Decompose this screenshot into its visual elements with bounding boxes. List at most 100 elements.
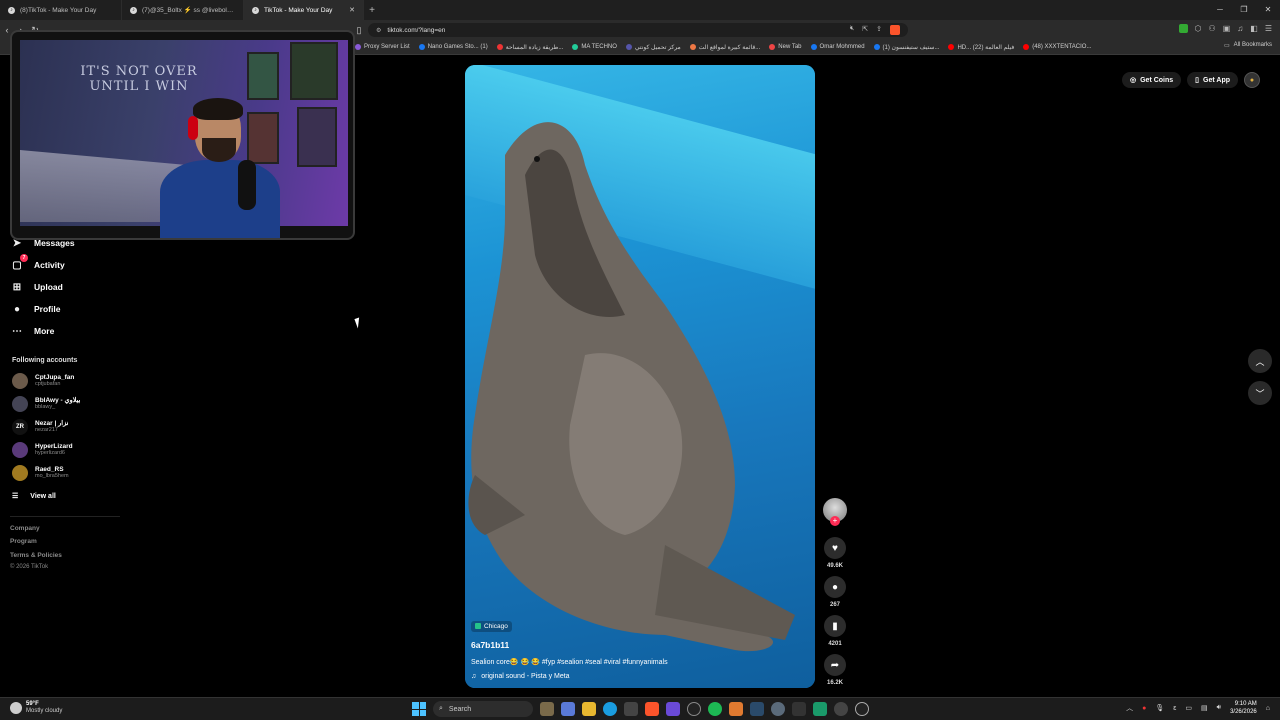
windows-start-icon[interactable]: [412, 702, 426, 716]
video-player[interactable]: Chicago 6a7b1b11 Sealion core😂 😂 😂 #fyp …: [465, 65, 815, 688]
app-icon[interactable]: [834, 702, 848, 716]
share-icon[interactable]: ⇪: [876, 25, 882, 35]
creator-avatar-button[interactable]: +: [823, 498, 847, 526]
display-icon[interactable]: ▭: [1185, 704, 1192, 712]
app-icon[interactable]: [624, 702, 638, 716]
bookmark-item[interactable]: طريقة زيادة المساحة...: [496, 44, 563, 51]
brave-icon[interactable]: [645, 702, 659, 716]
sidebar-item-label: Profile: [34, 304, 61, 314]
sidebar-item-more[interactable]: ⋯ More: [10, 324, 54, 338]
network-icon[interactable]: ▤: [1201, 704, 1208, 712]
weather-widget[interactable]: 59°F Mostly cloudy: [10, 701, 62, 715]
video-caption: Sealion core😂 😂 😂 #fyp #sealion #seal #v…: [471, 659, 668, 666]
close-tab-icon[interactable]: ✕: [349, 6, 355, 14]
share-button[interactable]: ➦ 16.2K: [823, 654, 847, 686]
extension-icon[interactable]: [1178, 24, 1188, 33]
bookmark-item[interactable]: (1) ستيف ستيفنسون...: [873, 44, 939, 51]
taskbar-search[interactable]: ⌕ Search: [433, 701, 533, 717]
volume-icon[interactable]: 🔊︎: [1217, 704, 1221, 712]
following-account[interactable]: BblAwy - بيلاوي bblawy_: [12, 396, 80, 412]
extension-icon[interactable]: ▣: [1223, 24, 1231, 33]
view-all-button[interactable]: ☰ View all: [12, 492, 56, 501]
app-icon[interactable]: [687, 702, 701, 716]
sidebar-item-activity[interactable]: ▢ 7 Activity: [10, 254, 65, 272]
microphone-icon: [238, 160, 256, 210]
next-video-button[interactable]: ﹀: [1248, 381, 1272, 405]
new-tab-button[interactable]: +: [364, 5, 380, 16]
chevron-up-icon[interactable]: ︿: [1126, 703, 1133, 713]
footer-link-company[interactable]: Company: [10, 525, 40, 532]
like-button[interactable]: ♥ 49.6K: [823, 537, 847, 569]
save-button[interactable]: ▮ 4201: [823, 615, 847, 647]
browser-tab[interactable]: ♪ (7)@35_Boltx ⚡ ss @liveboltx @3aW: [122, 0, 244, 20]
location-tag[interactable]: Chicago: [471, 620, 512, 632]
bookmark-item[interactable]: قائمة كبيرة لمواقع الت...: [689, 44, 760, 51]
tray-app-icon[interactable]: ●: [1142, 705, 1146, 712]
app-icon[interactable]: [813, 702, 827, 716]
copyright: © 2026 TikTok: [10, 564, 49, 570]
bookmark-item[interactable]: MA TECHNO: [572, 44, 617, 50]
keyboard-icon[interactable]: ε: [1173, 705, 1176, 712]
sound-link[interactable]: ♫ original sound - Pista y Meta: [471, 673, 791, 680]
bookmark-item[interactable]: Proxy Server List: [355, 44, 410, 50]
clock[interactable]: 9:10 AM 3/26/2026: [1230, 700, 1257, 716]
app-icon[interactable]: [666, 702, 680, 716]
app-icon[interactable]: [729, 702, 743, 716]
following-account[interactable]: CptJupa_fan cptjubafan: [12, 373, 74, 389]
extension-icon[interactable]: ⚇: [1209, 24, 1216, 33]
settings-icon[interactable]: [771, 702, 785, 716]
speaker-icon: ♪: [252, 6, 259, 14]
steam-icon[interactable]: [750, 702, 764, 716]
wall-frame: [297, 107, 337, 167]
sidebar-icon[interactable]: ◧: [1250, 24, 1258, 33]
following-account[interactable]: Raed_RS mo_lbra5hem: [12, 465, 69, 481]
file-explorer-icon[interactable]: [582, 702, 596, 716]
media-player-icon[interactable]: [855, 702, 869, 716]
all-bookmarks-button[interactable]: ▭ All Bookmarks: [1224, 42, 1272, 49]
notifications-icon[interactable]: ⌂: [1266, 705, 1270, 712]
phone-icon: ▯: [1195, 77, 1200, 84]
browser-tab[interactable]: ♪ (8)TikTok - Make Your Day: [0, 0, 122, 20]
following-account[interactable]: HyperLizard hyperlizard6: [12, 442, 73, 458]
following-account[interactable]: ZR Nezar | نزار nezar217: [12, 419, 68, 435]
url-bar[interactable]: ⚙ tiktok.com/?lang=en: [368, 23, 908, 37]
follow-plus-icon[interactable]: +: [830, 516, 840, 526]
extension-icon[interactable]: ⬡: [1195, 24, 1202, 33]
app-icon[interactable]: [561, 702, 575, 716]
get-app-button[interactable]: ▯ Get App: [1187, 72, 1238, 88]
mute-icon[interactable]: 🔇︎: [850, 25, 854, 35]
get-coins-button[interactable]: ◎ Get Coins: [1122, 72, 1182, 88]
bookmark-item[interactable]: New Tab: [769, 44, 802, 50]
edge-icon[interactable]: [603, 702, 617, 716]
user-avatar[interactable]: ●: [1244, 72, 1260, 88]
bookmark-item[interactable]: HD... فيلم العالمة (22): [948, 44, 1014, 51]
account-handle: bblawy_: [35, 404, 56, 410]
bookmark-item[interactable]: مركز تحميل كونتي: [625, 44, 681, 51]
restore-icon[interactable]: ❐: [1232, 0, 1256, 20]
mic-icon[interactable]: 🎙︎: [1155, 704, 1164, 712]
footer-link-terms[interactable]: Terms & Policies: [10, 552, 62, 559]
footer-link-program[interactable]: Program: [10, 538, 37, 545]
minimize-icon[interactable]: ─: [1208, 0, 1232, 20]
media-icon[interactable]: ♫: [1237, 24, 1243, 33]
browser-tab-active[interactable]: ♪ TikTok - Make Your Day ✕: [244, 0, 364, 20]
comment-button[interactable]: ● 267: [823, 576, 847, 608]
widgets-icon[interactable]: [540, 702, 554, 716]
previous-video-button[interactable]: ︿: [1248, 349, 1272, 373]
time: 9:10 AM: [1234, 701, 1257, 707]
bookmark-item[interactable]: Nano Games Sto... (1): [418, 44, 488, 50]
menu-icon[interactable]: ☰: [1265, 24, 1272, 33]
bookmark-item[interactable]: Omar Mohmmed: [810, 44, 865, 50]
brave-shields-icon[interactable]: [890, 25, 900, 35]
site-info-icon[interactable]: ⚙: [376, 27, 381, 34]
video-author[interactable]: 6a7b1b11: [471, 640, 791, 650]
system-tray: ︿ ● 🎙︎ ε ▭ ▤ 🔊︎ 9:10 AM 3/26/2026 ⌂: [1126, 700, 1270, 716]
bookmark-item[interactable]: (48) XXXTENTACIO...: [1023, 44, 1091, 50]
app-icon[interactable]: [792, 702, 806, 716]
sidebar-item-upload[interactable]: ⊞ Upload: [10, 280, 63, 294]
close-window-icon[interactable]: ✕: [1256, 0, 1280, 20]
get-coins-label: Get Coins: [1140, 76, 1174, 84]
open-external-icon[interactable]: ⇱: [862, 25, 868, 35]
sidebar-item-profile[interactable]: ● Profile: [10, 302, 60, 316]
spotify-icon[interactable]: [708, 702, 722, 716]
